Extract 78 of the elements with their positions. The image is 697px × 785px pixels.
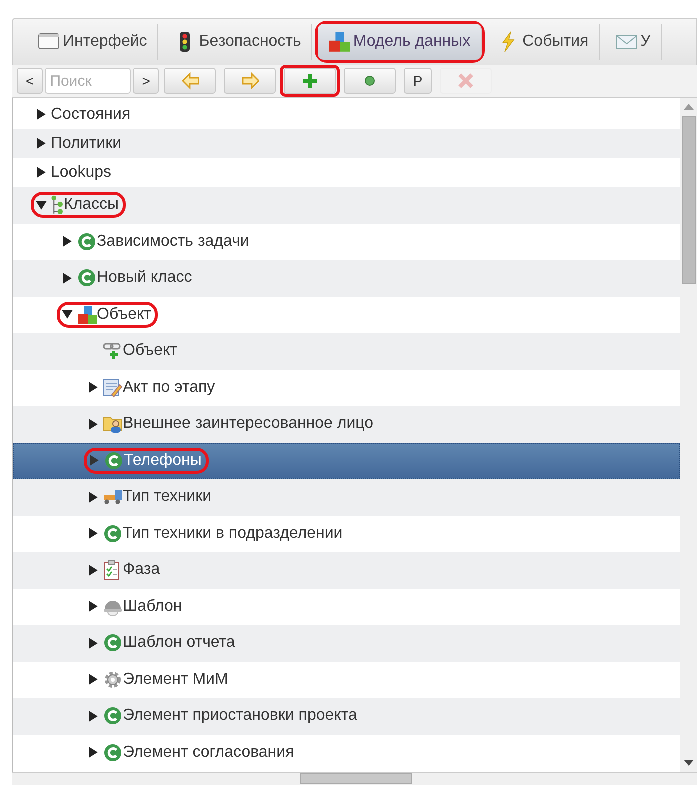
- collapsed-arrow-icon[interactable]: [88, 601, 99, 612]
- tree-item-label: Акт по этапу: [123, 378, 216, 397]
- collapsed-arrow-icon[interactable]: [62, 236, 73, 248]
- tree-row[interactable]: Элемент приостановки проекта: [13, 698, 680, 734]
- collapsed-arrow-icon[interactable]: [88, 674, 99, 686]
- class-icon: [77, 268, 97, 288]
- tree-row[interactable]: Классы: [13, 187, 680, 224]
- class-icon: [103, 742, 123, 763]
- tree-item-label: Политики: [51, 134, 122, 152]
- tree-structure-icon: [51, 195, 64, 216]
- tab[interactable]: Модель данных: [318, 24, 482, 60]
- collapsed-arrow-icon[interactable]: [88, 382, 99, 394]
- tree-row[interactable]: Фаза: [13, 552, 680, 588]
- collapsed-arrow-icon[interactable]: [88, 710, 99, 722]
- collapsed-arrow-icon[interactable]: [88, 418, 99, 430]
- cubes-icon: [328, 31, 350, 53]
- tree-item-label: Тип техники: [123, 488, 212, 506]
- cross-icon: [456, 72, 475, 90]
- tree-item-label: Состояния: [51, 106, 131, 124]
- collapsed-arrow-icon[interactable]: [36, 167, 47, 178]
- collapsed-arrow-icon[interactable]: [88, 638, 99, 649]
- tree-item-label: Новый класс: [97, 269, 192, 288]
- scrollbar-thumb[interactable]: [300, 773, 412, 784]
- toolbar-button[interactable]: P: [404, 68, 432, 94]
- tree-row[interactable]: Объект: [13, 333, 680, 370]
- tree-item-label: Lookups: [51, 164, 112, 182]
- tree-item-label: Элемент приостановки проекта: [123, 707, 358, 726]
- chain-link-icon: [103, 341, 123, 362]
- tree-row[interactable]: Политики: [13, 129, 680, 158]
- search-field[interactable]: Поиск: [45, 68, 132, 94]
- dot-button[interactable]: [344, 68, 396, 94]
- class-icon: [103, 633, 123, 654]
- collapsed-arrow-icon[interactable]: [62, 272, 73, 284]
- tree-item-label: Шаблон: [123, 598, 182, 616]
- class-icon: [103, 524, 123, 544]
- tree-item-label: Классы: [64, 196, 120, 214]
- expanded-arrow-icon[interactable]: [62, 309, 73, 320]
- next-button[interactable]: >: [133, 68, 160, 94]
- left-arrow-icon: [181, 72, 200, 90]
- tab[interactable]: События: [488, 24, 600, 60]
- tree-item-label: Объект: [97, 306, 152, 324]
- collapsed-arrow-icon[interactable]: [88, 564, 99, 576]
- tree-item-label: Зависимость задачи: [97, 232, 250, 251]
- tree-item-label: Тип техники в подразделении: [123, 524, 343, 543]
- expanded-arrow-icon[interactable]: [36, 200, 47, 211]
- collapsed-arrow-icon[interactable]: [88, 747, 99, 758]
- vertical-scrollbar[interactable]: [680, 98, 697, 772]
- tree-item-label: Фаза: [123, 561, 160, 580]
- plus-icon: [301, 72, 320, 90]
- tree-item-label: Элемент согласования: [123, 744, 294, 762]
- collapsed-arrow-icon[interactable]: [36, 109, 47, 120]
- tree-item-label: Внешнее заинтересованное лицо: [123, 415, 374, 434]
- scrollbar-thumb[interactable]: [682, 116, 696, 284]
- collapsed-arrow-icon[interactable]: [88, 492, 99, 503]
- tree-row[interactable]: Шаблон отчета: [13, 625, 680, 662]
- tree-item-label: Шаблон отчета: [123, 634, 236, 652]
- tree-row[interactable]: Тип техники: [13, 479, 680, 516]
- tree-item-label: Элемент МиМ: [123, 670, 228, 689]
- collapsed-arrow-icon[interactable]: [88, 528, 99, 540]
- previous-button[interactable]: <: [17, 68, 44, 94]
- tab[interactable]: У: [606, 24, 662, 60]
- tab[interactable]: Безопасность: [164, 24, 312, 60]
- tree-item-label: Телефоны: [124, 452, 202, 470]
- gear-icon: [103, 670, 123, 690]
- collapsed-arrow-icon[interactable]: [36, 138, 47, 149]
- class-icon: [77, 232, 97, 252]
- right-arrow-icon: [241, 72, 260, 90]
- class-icon: [103, 706, 123, 726]
- tree-item-label: Объект: [123, 342, 178, 360]
- class-icon: [104, 450, 124, 471]
- horizontal-scrollbar[interactable]: [12, 772, 697, 785]
- cubes-icon: [77, 304, 97, 325]
- form-icon: [103, 378, 123, 398]
- tree-row[interactable]: Телефоны: [13, 442, 680, 479]
- tab[interactable]: Интерфейс: [28, 24, 158, 60]
- scroll-down-arrow-icon[interactable]: [684, 760, 694, 766]
- tree-row[interactable]: Новый класс: [13, 260, 680, 296]
- tree-row[interactable]: Внешнее заинтересованное лицо: [13, 406, 680, 442]
